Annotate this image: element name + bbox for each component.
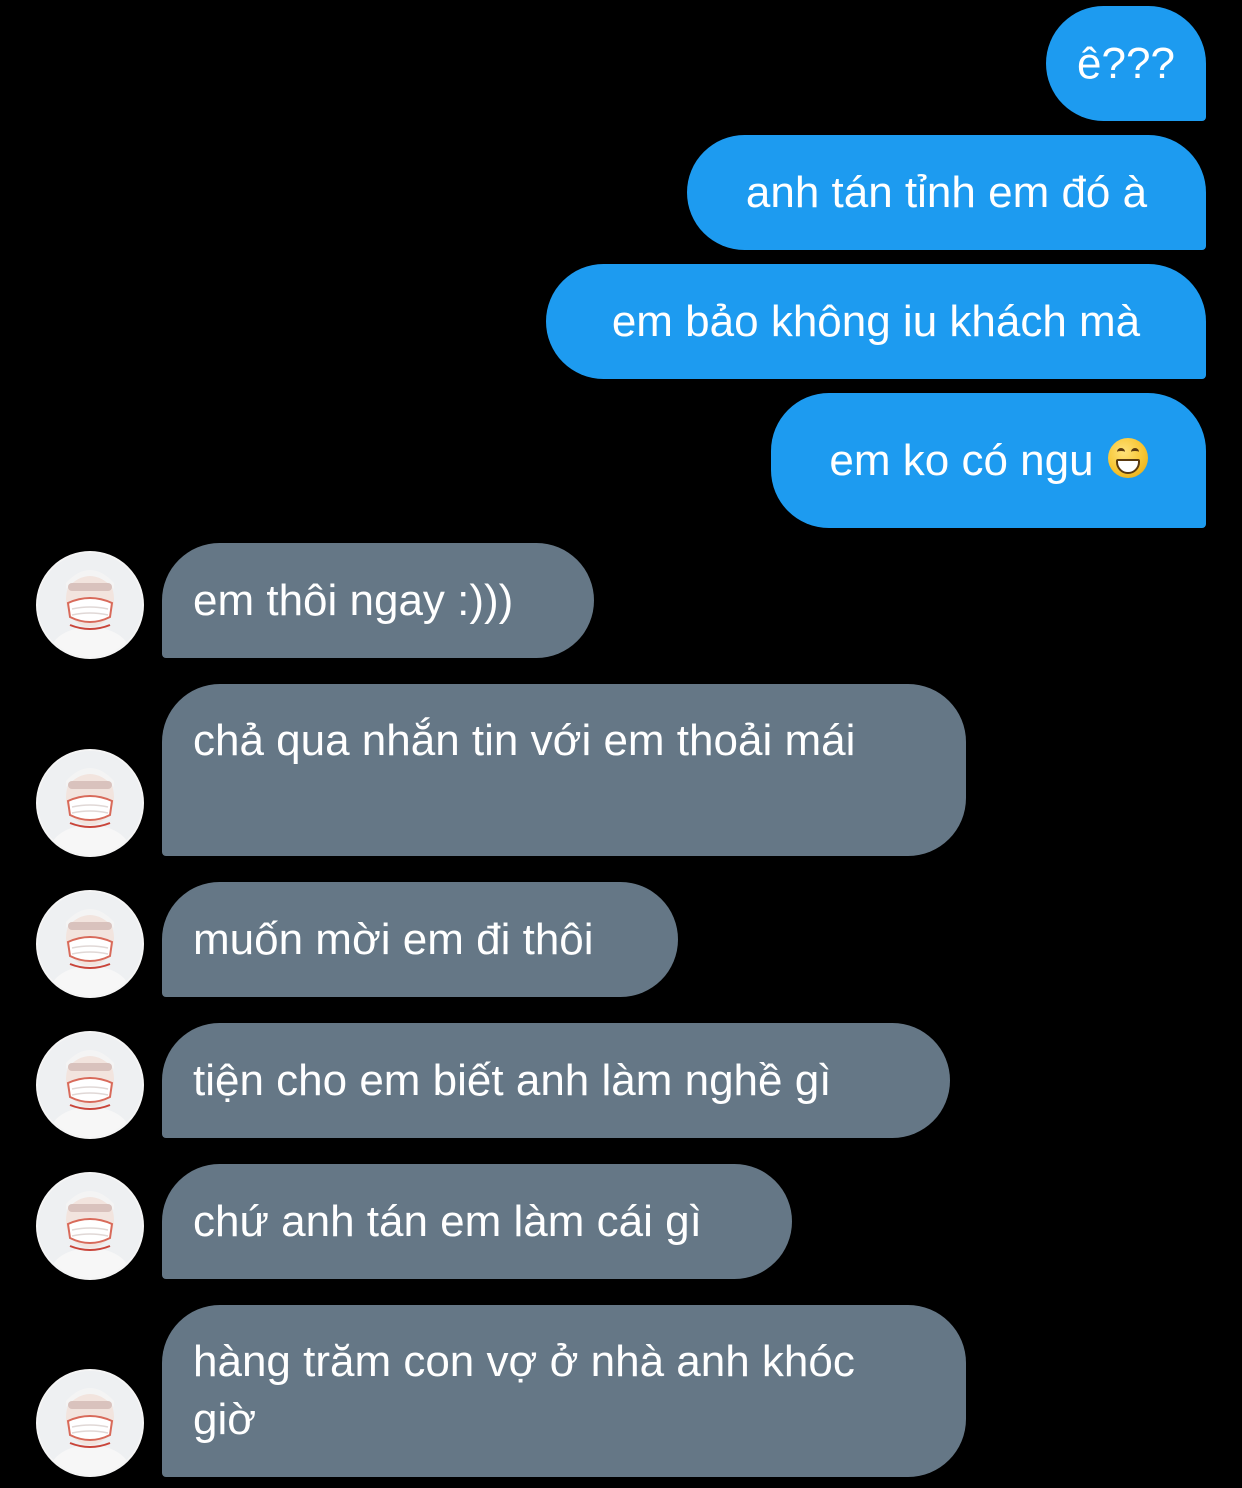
message-text: ê??? bbox=[1077, 38, 1175, 88]
received-message[interactable]: tiện cho em biết anh làm nghề gì bbox=[162, 1023, 950, 1138]
conversation: ê??? anh tán tỉnh em đó à em bảo không i… bbox=[0, 0, 1242, 1488]
grinning-face-emoji-icon bbox=[1107, 437, 1148, 478]
message-text: chứ anh tán em làm cái gì bbox=[193, 1196, 702, 1246]
avatar[interactable] bbox=[36, 551, 144, 659]
sent-message[interactable]: em ko có ngu bbox=[771, 393, 1206, 528]
message-text: em thôi ngay :))) bbox=[193, 575, 514, 625]
message-text: hàng trăm con vợ ở nhà anh khóc giờ bbox=[193, 1337, 855, 1444]
avatar[interactable] bbox=[36, 1172, 144, 1280]
received-message[interactable]: chả qua nhắn tin với em thoải mái bbox=[162, 684, 966, 856]
masked-person-icon bbox=[38, 1033, 142, 1137]
masked-person-icon bbox=[38, 1371, 142, 1475]
message-text: chả qua nhắn tin với em thoải mái bbox=[193, 716, 856, 765]
received-message[interactable]: chứ anh tán em làm cái gì bbox=[162, 1164, 792, 1279]
message-text: em bảo không iu khách mà bbox=[611, 296, 1141, 346]
masked-person-icon bbox=[38, 892, 142, 996]
received-message[interactable]: em thôi ngay :))) bbox=[162, 543, 594, 658]
masked-person-icon bbox=[38, 751, 142, 855]
message-text: em ko có ngu bbox=[829, 435, 1094, 485]
avatar[interactable] bbox=[36, 1031, 144, 1139]
sent-message[interactable]: em bảo không iu khách mà bbox=[546, 264, 1206, 379]
received-message[interactable]: muốn mời em đi thôi bbox=[162, 882, 678, 997]
masked-person-icon bbox=[38, 553, 142, 657]
sent-message[interactable]: ê??? bbox=[1046, 6, 1206, 121]
message-text: anh tán tỉnh em đó à bbox=[745, 167, 1148, 217]
message-text: muốn mời em đi thôi bbox=[193, 914, 594, 964]
avatar[interactable] bbox=[36, 1369, 144, 1477]
message-text: tiện cho em biết anh làm nghề gì bbox=[193, 1055, 832, 1105]
received-message[interactable]: hàng trăm con vợ ở nhà anh khóc giờ bbox=[162, 1305, 966, 1477]
avatar[interactable] bbox=[36, 890, 144, 998]
avatar[interactable] bbox=[36, 749, 144, 857]
sent-message[interactable]: anh tán tỉnh em đó à bbox=[687, 135, 1206, 250]
masked-person-icon bbox=[38, 1174, 142, 1278]
